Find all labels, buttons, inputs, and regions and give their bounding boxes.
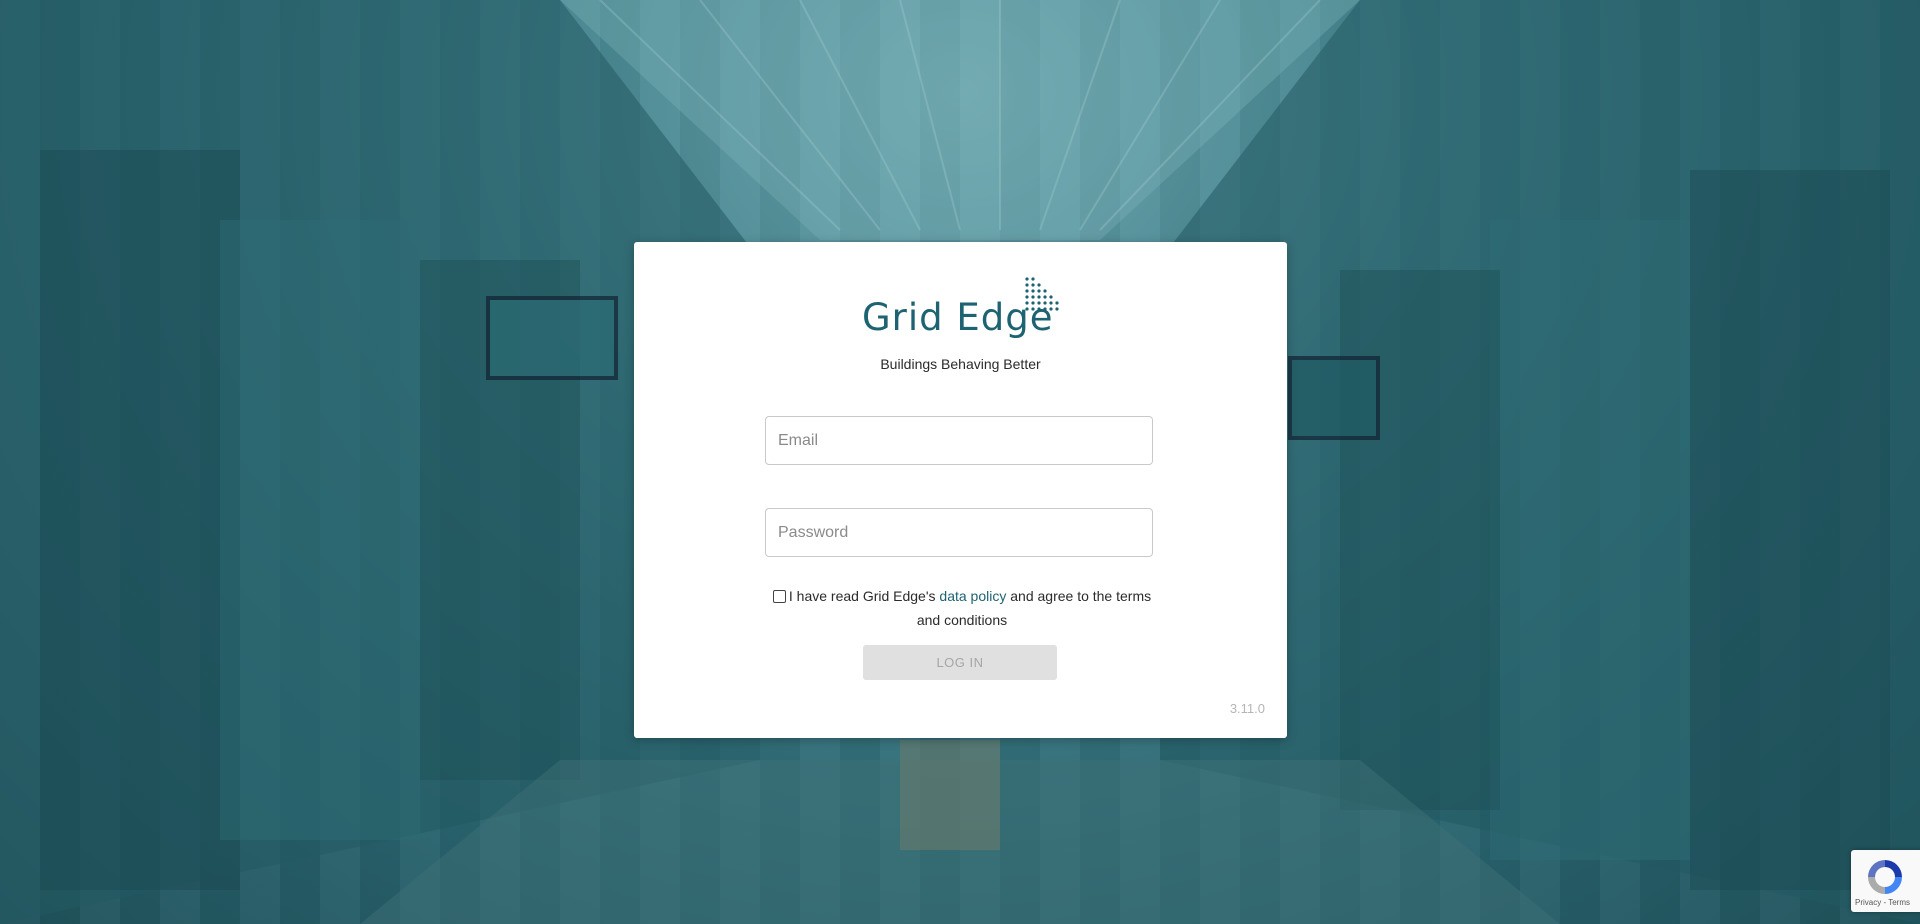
version-label: 3.11.0 (1229, 701, 1265, 716)
email-input[interactable] (766, 417, 1152, 464)
login-button[interactable]: LOG IN (863, 645, 1057, 680)
tagline: Buildings Behaving Better (880, 356, 1041, 372)
recaptcha-icon (1868, 860, 1902, 894)
recaptcha-privacy-link[interactable]: Privacy (1855, 898, 1881, 907)
consent-checkbox[interactable] (772, 590, 786, 603)
password-input[interactable] (766, 509, 1152, 556)
data-policy-link[interactable]: data policy (939, 588, 1006, 604)
recaptcha-badge[interactable]: Privacy - Terms (1851, 850, 1920, 912)
recaptcha-terms-link[interactable]: Terms (1888, 898, 1910, 907)
email-field[interactable] (765, 416, 1153, 465)
grid-dots-icon (1025, 277, 1059, 311)
recaptcha-links: Privacy - Terms (1855, 898, 1910, 907)
consent-text-prefix: I have read Grid Edge's (788, 588, 940, 604)
password-field[interactable] (765, 508, 1153, 557)
brand-logo: Grid Edge (862, 276, 1062, 339)
login-card: Grid Edge Buildings Behaving Better I ha… (634, 242, 1287, 738)
consent-row: I have read Grid Edge's data policy and … (765, 584, 1159, 632)
